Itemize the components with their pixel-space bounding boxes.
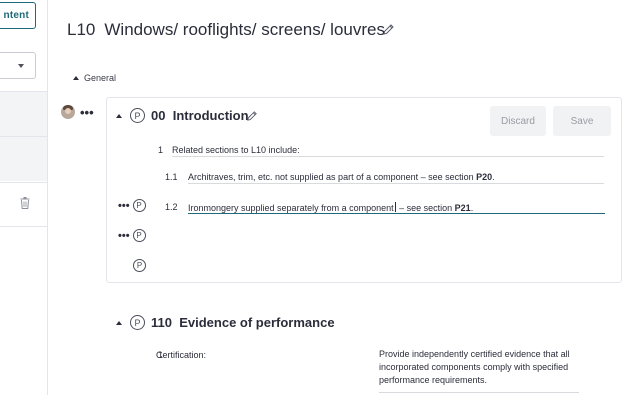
item-label: Certification: [156, 350, 207, 360]
add-content-button[interactable]: ntent [0, 2, 36, 29]
text-cursor [394, 202, 396, 212]
add-row-marker[interactable]: P [133, 259, 146, 272]
more-options-icon[interactable]: ••• [118, 230, 130, 241]
clause-title: Introduction [172, 108, 249, 123]
section-code: L10 [67, 20, 96, 39]
item-underline [172, 156, 604, 157]
row-actions[interactable]: ••• P [118, 199, 146, 212]
list-item-text[interactable]: Architraves, trim, etc. not supplied as … [188, 172, 495, 182]
p-icon: P [130, 108, 145, 123]
list-item-text[interactable]: Related sections to L10 include: [172, 145, 300, 155]
general-group-toggle[interactable]: General [73, 73, 116, 83]
item-text-body: – see section [396, 203, 455, 213]
avatar [61, 105, 75, 119]
more-options-icon[interactable]: ••• [118, 200, 130, 211]
collapse-icon [73, 76, 79, 80]
filter-select[interactable] [0, 52, 36, 79]
clause-number: 110 [151, 315, 172, 330]
discard-button[interactable]: Discard [490, 106, 546, 136]
general-group-label: General [84, 73, 117, 83]
page-title: L10 Windows/ rooflights/ screens/ louvres [67, 20, 385, 40]
list-item-number: 1.1 [165, 172, 178, 182]
section-reference: P20 [476, 172, 493, 182]
item-text-end: . [492, 172, 495, 182]
p-icon: P [133, 259, 146, 272]
section-title: Windows/ rooflights/ screens/ louvres [104, 20, 385, 39]
item-value[interactable]: Provide independently certified evidence… [379, 348, 584, 387]
row-actions[interactable]: ••• P [118, 229, 146, 242]
more-options-icon[interactable]: ••• [80, 106, 94, 119]
clause-header-introduction[interactable]: P 00 Introduction [116, 108, 249, 123]
item-text-body: Ironmongery supplied separately from a c… [188, 203, 394, 213]
chevron-down-icon [18, 63, 24, 68]
item-text-body: Architraves, trim, etc. not supplied as … [188, 172, 477, 182]
p-icon: P [130, 315, 145, 330]
list-item-number: 1.2 [165, 202, 178, 212]
list-item-text-editing[interactable]: Ironmongery supplied separately from a c… [188, 202, 473, 213]
active-input-underline [188, 213, 605, 214]
item-underline [379, 392, 579, 393]
clause-title: Evidence of performance [179, 315, 335, 330]
collapse-icon [116, 113, 122, 118]
save-button[interactable]: Save [553, 106, 611, 136]
section-reference: P21 [454, 203, 471, 213]
edit-title-icon[interactable] [382, 23, 395, 36]
add-content-button-label: ntent [3, 10, 29, 21]
sidebar-row[interactable] [0, 91, 47, 136]
p-icon: P [132, 199, 146, 212]
list-item-number: 1 [158, 145, 164, 155]
sidebar-row[interactable] [0, 136, 47, 181]
item-text-end: . [470, 203, 474, 213]
item-underline [188, 183, 604, 184]
collapse-icon [116, 320, 122, 325]
edit-clause-icon[interactable] [246, 110, 258, 122]
trash-icon[interactable] [20, 197, 30, 209]
clause-header-110[interactable]: P 110 Evidence of performance [116, 315, 335, 330]
clause-number: 00 [151, 108, 166, 123]
p-icon: P [132, 229, 146, 242]
left-panel: ntent [0, 0, 48, 395]
